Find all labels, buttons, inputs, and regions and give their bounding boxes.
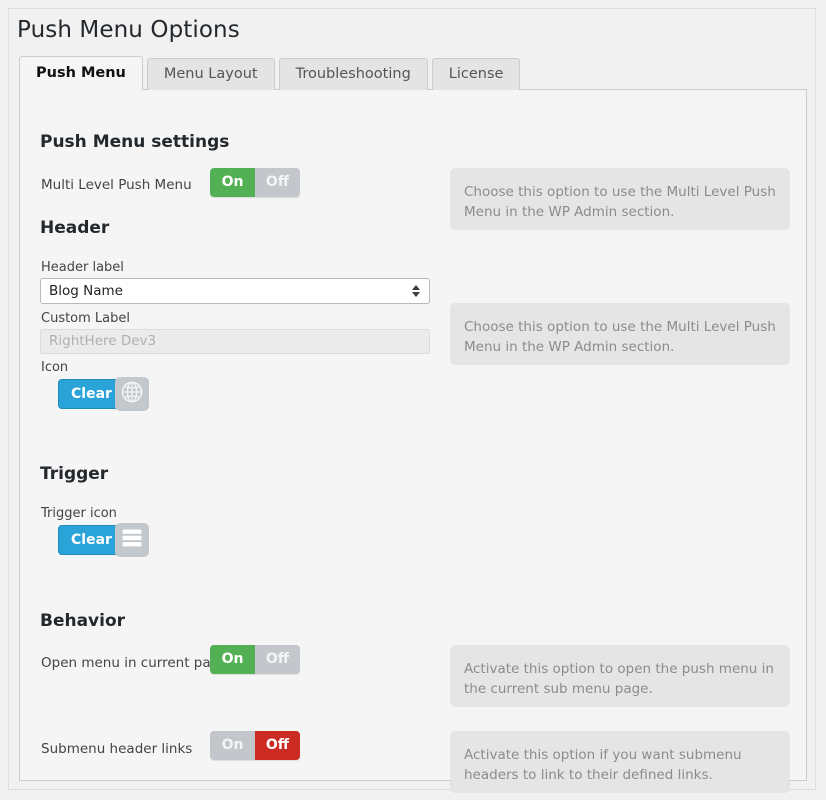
tab-license-label: License	[448, 66, 504, 82]
toggle-multi-level-on[interactable]: On	[210, 168, 255, 197]
help-open-menu-current-page: Activate this option to open the push me…	[450, 645, 790, 707]
tab-push-menu[interactable]: Push Menu	[19, 56, 143, 91]
tab-menu-layout-label: Menu Layout	[163, 66, 258, 82]
label-submenu-header-links: Submenu header links	[41, 741, 193, 757]
section-heading-trigger: Trigger	[40, 464, 109, 484]
toggle-multi-level-push-menu[interactable]: On Off	[210, 168, 300, 197]
toggle-open-menu-on[interactable]: On	[210, 645, 255, 674]
label-open-menu-current-page: Open menu in current page	[41, 655, 228, 671]
options-wrapper: Push Menu Options Push Menu Menu Layout …	[8, 8, 816, 793]
chevron-updown-icon	[411, 283, 420, 299]
section-heading-behavior: Behavior	[40, 611, 126, 631]
section-heading-header: Header	[40, 218, 110, 238]
toggle-multi-level-off[interactable]: Off	[255, 168, 300, 197]
tab-panel-push-menu: Push Menu settings Multi Level Push Menu…	[19, 89, 807, 793]
label-header-label: Header label	[41, 260, 124, 275]
screen-root: Push Menu Options Push Menu Menu Layout …	[0, 0, 826, 800]
hamburger-icon	[120, 527, 144, 553]
header-icon-preview[interactable]	[115, 377, 149, 411]
tab-license[interactable]: License	[431, 58, 521, 90]
toggle-open-menu-off[interactable]: Off	[255, 645, 300, 674]
label-custom-label: Custom Label	[41, 311, 131, 326]
label-trigger-icon: Trigger icon	[41, 506, 117, 521]
label-icon: Icon	[41, 360, 69, 375]
trigger-icon-preview[interactable]	[115, 523, 149, 557]
select-header-label[interactable]: Blog Name	[40, 278, 430, 304]
section-heading-push-menu-settings: Push Menu settings	[40, 132, 230, 152]
tab-troubleshooting-label: Troubleshooting	[295, 66, 411, 82]
help-header: Choose this option to use the Multi Leve…	[450, 303, 790, 365]
toggle-submenu-header-links[interactable]: On Off	[210, 731, 300, 760]
toggle-open-menu-current-page[interactable]: On Off	[210, 645, 300, 674]
globe-icon	[120, 380, 144, 408]
toggle-submenu-links-on[interactable]: On	[210, 731, 255, 760]
tab-troubleshooting[interactable]: Troubleshooting	[278, 58, 428, 90]
tab-push-menu-label: Push Menu	[36, 65, 126, 81]
tab-menu-layout[interactable]: Menu Layout	[146, 58, 275, 90]
toggle-submenu-links-off[interactable]: Off	[255, 731, 300, 760]
label-multi-level-push-menu: Multi Level Push Menu	[41, 177, 192, 193]
page-title: Push Menu Options	[17, 17, 240, 43]
help-multi-level-push-menu: Choose this option to use the Multi Leve…	[450, 168, 790, 230]
help-submenu-header-links: Activate this option if you want submenu…	[450, 731, 790, 793]
select-header-label-value: Blog Name	[49, 283, 123, 299]
tab-strip: Push Menu Menu Layout Troubleshooting Li…	[19, 56, 524, 91]
input-custom-label[interactable]: RightHere Dev3	[40, 329, 430, 354]
